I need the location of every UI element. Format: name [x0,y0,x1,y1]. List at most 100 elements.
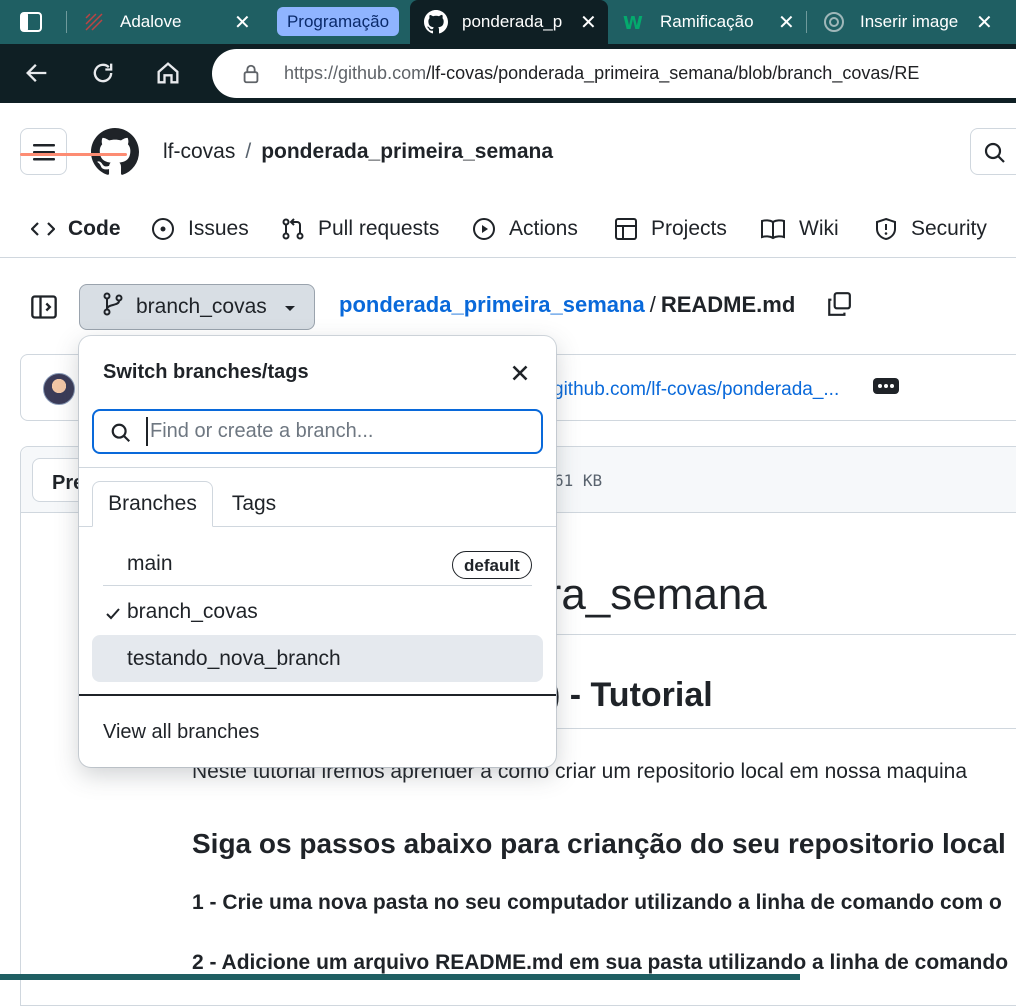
branch-item-testando-nova-branch[interactable]: testando_nova_branch [92,635,543,682]
tab-title: ponderada_p [462,12,563,31]
tab-label: Code [68,217,121,240]
readme-step: 2 - Adicione um arquivo README.md em sua… [192,951,1009,974]
repo-nav: Code Issues Pull requests Actions Projec… [0,200,1016,258]
site-info-icon[interactable] [240,63,262,85]
copy-path-icon[interactable] [826,291,852,317]
file-size: 61 KB [554,471,603,490]
tab-title: Inserir image [860,12,959,31]
branch-item-label: testando_nova_branch [127,647,341,670]
tab-ramificacao[interactable]: W Ramificação ✕ [622,0,804,44]
url-path: /lf-covas/ponderada_primeira_semana/blob… [426,63,920,83]
file-breadcrumb: ponderada_primeira_semana / README.md [339,292,795,318]
branch-selector-button[interactable]: branch_covas [79,284,315,330]
view-all-branches-link[interactable]: View all branches [103,721,259,744]
branch-item-main[interactable]: main default [92,540,543,587]
git-branch-icon [102,292,124,322]
tab-title: Adalove [120,12,182,31]
tab-actions[interactable]: Actions [472,208,578,250]
path-separator: / [245,140,252,163]
tab-branches[interactable]: Branches [92,481,213,527]
breadcrumb-separator: / [649,292,656,317]
caret-down-icon [283,295,297,319]
tab-separator [806,11,807,33]
github-icon [424,10,448,34]
tab-label: Issues [188,217,249,240]
search-icon [983,141,1007,170]
close-tab-icon[interactable]: ✕ [580,10,597,35]
default-badge: default [452,551,532,579]
w3schools-icon: W [622,10,646,34]
tab-issues[interactable]: Issues [151,208,249,250]
url-host: https://github.com [284,63,427,83]
back-icon[interactable] [22,58,52,88]
divider [79,467,556,468]
avatar[interactable] [43,373,75,405]
tab-label: Pull requests [318,217,440,240]
book-icon [761,219,785,240]
tab-wiki[interactable]: Wiki [760,208,839,250]
browser-tab-strip: Adalove ✕ Programação ponderada_p ✕ W Ra… [0,0,1016,44]
branch-item-label: main [127,552,173,575]
tab-adalove[interactable]: Adalove ✕ [82,0,262,44]
tab-code[interactable]: Code [31,208,121,250]
tab-tags[interactable]: Tags [213,481,295,527]
tab-security[interactable]: Security [874,208,987,250]
repo-name-link[interactable]: ponderada_primeira_semana [261,140,553,163]
branch-name: branch_covas [136,295,267,318]
code-icon [31,222,55,236]
tab-label: Actions [509,217,578,240]
tab-group-label[interactable]: Programação [277,7,399,36]
close-icon[interactable] [507,360,533,386]
close-tab-icon[interactable]: ✕ [234,10,251,35]
more-options-icon[interactable] [873,378,899,394]
issue-icon [152,218,174,240]
popover-title: Switch branches/tags [103,361,309,383]
home-icon[interactable] [153,58,183,88]
commit-message-link[interactable]: github.com/lf-covas/ponderada_... [553,379,839,401]
tab-separator [66,11,67,33]
active-tab-indicator [20,153,127,156]
check-icon [105,603,121,627]
tab-github[interactable]: ponderada_p ✕ [410,0,608,44]
owner-link[interactable]: lf-covas [163,140,235,163]
tab-label: Security [911,217,987,240]
close-tab-icon[interactable]: ✕ [778,10,795,35]
tab-label: Wiki [799,217,839,240]
tab-projects[interactable]: Projects [614,208,727,250]
divider [79,694,556,696]
branch-item-branch-covas[interactable]: branch_covas [92,588,543,635]
github-logo-icon[interactable] [91,128,139,176]
url-text: https://github.com/lf-covas/ponderada_pr… [284,63,919,84]
breadcrumb-repo-link[interactable]: ponderada_primeira_semana [339,292,645,317]
tab-title: Ramificação [660,12,754,31]
github-header: lf-covas / ponderada_primeira_semana Code … [0,103,1016,258]
address-bar[interactable]: https://github.com/lf-covas/ponderada_pr… [212,49,1016,98]
search-button[interactable] [970,128,1016,175]
horizontal-scrollbar[interactable] [0,974,800,980]
branch-filter-field [92,409,543,454]
tab-chatgpt[interactable]: Inserir image ✕ [822,0,1016,44]
readme-heading-3: Siga os passos abaixo para crianção do s… [192,828,1006,859]
hamburger-icon [32,143,55,160]
branch-filter-input[interactable] [146,417,526,446]
menu-button[interactable] [20,128,67,175]
sidebar-toggle-icon[interactable] [30,293,58,321]
branch-switcher-popover: Switch branches/tags Branches Tags main … [79,336,556,767]
svg-text:W: W [623,13,643,34]
tab-pull-requests[interactable]: Pull requests [281,208,439,250]
tab-actions-icon[interactable] [19,10,43,34]
reload-icon[interactable] [88,58,118,88]
search-icon [110,422,132,449]
adalove-icon [82,10,106,34]
table-icon [615,218,637,240]
chatgpt-icon [822,10,846,34]
shield-icon [876,217,896,241]
play-icon [473,218,495,240]
breadcrumb-file: README.md [660,292,796,317]
pull-request-icon [282,218,304,240]
close-tab-icon[interactable]: ✕ [976,10,993,35]
readme-step: 1 - Crie uma nova pasta no seu computado… [192,891,1002,914]
tab-label: Projects [651,217,727,240]
browser-toolbar: https://github.com/lf-covas/ponderada_pr… [0,44,1016,103]
branch-item-label: branch_covas [127,600,258,623]
